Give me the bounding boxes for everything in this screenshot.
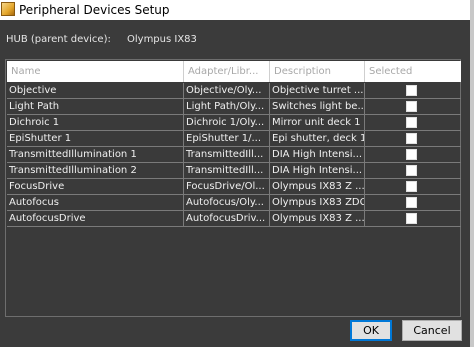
cell-selected [365,115,461,130]
cell-description: Olympus IX83 ZDC [272,195,365,210]
cell-selected [365,83,461,98]
devices-table: Name Adapter/Libr... Description Selecte… [5,59,461,317]
column-header-description[interactable]: Description [270,61,365,82]
cell-description: DIA High Intensi... [270,163,365,178]
table-row[interactable]: Autofocus Autofocus/Oly... Olympus IX83 ZD… [7,195,461,211]
cancel-button[interactable]: Cancel [402,320,462,341]
selected-checkbox[interactable] [406,149,417,160]
selected-checkbox[interactable] [406,181,417,192]
cell-name: Autofocus [7,195,184,210]
cell-description: Objective turret ... [272,83,365,98]
selected-checkbox[interactable] [406,133,417,144]
cell-adapter: Objective/Oly... [184,83,270,98]
title-bar: Peripheral Devices Setup [0,0,474,20]
window-border [470,0,474,347]
cell-adapter: EpiShutter 1/... [184,131,270,146]
cell-name: EpiShutter 1 [7,131,184,146]
cell-name: AutofocusDrive [7,211,184,226]
selected-checkbox[interactable] [406,101,417,112]
table-row[interactable]: Objective Objective/Oly... Objective turre… [7,83,461,99]
cell-adapter: AutofocusDriv... [184,211,270,226]
selected-checkbox[interactable] [406,197,417,208]
window-title: Peripheral Devices Setup [19,3,170,17]
selected-checkbox[interactable] [406,213,417,224]
cell-adapter: TransmittedIll... [184,147,270,162]
table-row[interactable]: AutofocusDrive AutofocusDriv... Olympus IX… [7,211,461,227]
cell-description: Olympus IX83 Z ... [272,179,365,194]
table-row[interactable]: Dichroic 1 Dichroic 1/Oly... Mirror unit d… [7,115,461,131]
cell-name: Objective [7,83,184,98]
table-row[interactable]: TransmittedIllumination 2 TransmittedIll.… [7,163,461,179]
cell-name: TransmittedIllumination 2 [7,163,184,178]
hub-label: HUB (parent device): [6,34,111,45]
cell-selected [365,131,461,146]
column-header-selected[interactable]: Selected [365,61,461,82]
table-header: Name Adapter/Libr... Description Selecte… [7,61,461,82]
cell-description: DIA High Intensi... [270,147,365,162]
cell-description: Switches light be... [272,99,365,114]
cell-adapter: Light Path/Oly... [184,99,270,114]
cell-description: Olympus IX83 Z ... [272,211,365,226]
cell-adapter: TransmittedIll... [184,163,270,178]
selected-checkbox[interactable] [406,117,417,128]
cell-name: Dichroic 1 [7,115,184,130]
cell-adapter: Autofocus/Oly... [184,195,270,210]
cell-name: Light Path [7,99,184,114]
selected-checkbox[interactable] [406,165,417,176]
cell-selected [365,99,461,114]
column-header-adapter[interactable]: Adapter/Libr... [184,61,270,82]
hub-value: Olympus IX83 [127,34,197,45]
cell-selected [365,211,461,226]
cell-description: Mirror unit deck 1 [270,115,365,130]
cell-description: Epi shutter, deck 1 [272,131,365,146]
cell-adapter: Dichroic 1/Oly... [184,115,270,130]
cell-selected [365,163,461,178]
cell-name: FocusDrive [7,179,184,194]
cell-selected [365,179,461,194]
ok-button[interactable]: OK [350,320,392,341]
table-row[interactable]: EpiShutter 1 EpiShutter 1/... Epi shutter,… [7,131,461,147]
column-header-name[interactable]: Name [7,61,184,82]
table-row[interactable]: TransmittedIllumination 1 TransmittedIll.… [7,147,461,163]
selected-checkbox[interactable] [406,85,417,96]
table-row[interactable]: Light Path Light Path/Oly... Switches ligh… [7,99,461,115]
app-icon [1,2,15,16]
cell-name: TransmittedIllumination 1 [7,147,184,162]
cell-selected [365,147,461,162]
cell-selected [365,195,461,210]
table-row[interactable]: FocusDrive FocusDrive/Ol... Olympus IX83 Z… [7,179,461,195]
cell-adapter: FocusDrive/Ol... [184,179,270,194]
